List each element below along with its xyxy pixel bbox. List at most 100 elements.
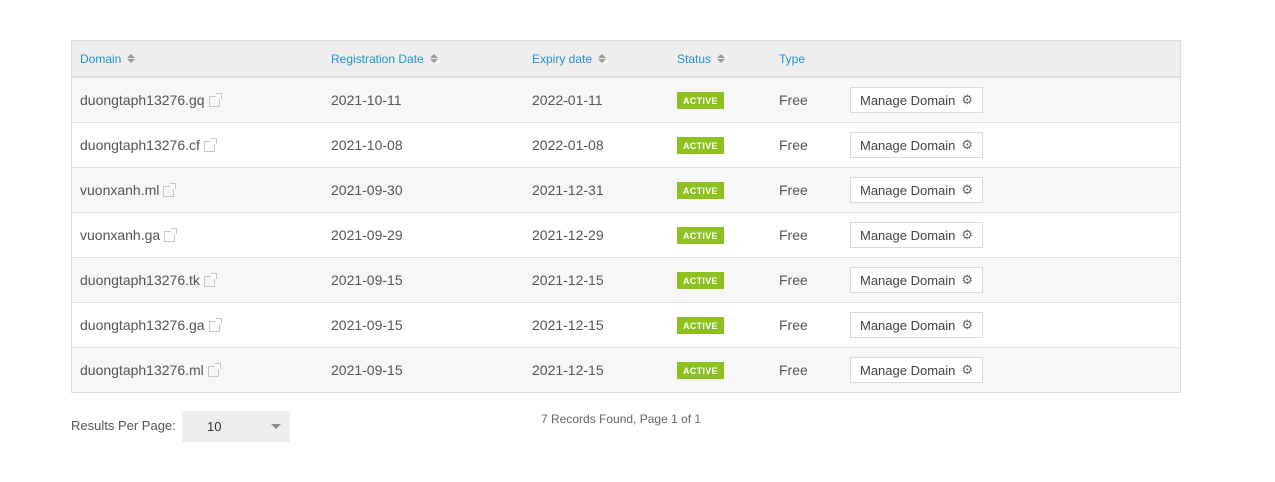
- expiry-date: 2021-12-15: [532, 317, 604, 333]
- status-cell: ACTIVE: [669, 226, 771, 244]
- manage-domain-button[interactable]: Manage Domain ⚙: [850, 87, 984, 113]
- actions-cell: Manage Domain ⚙: [850, 357, 1180, 383]
- expiry-date: 2022-01-08: [532, 137, 604, 153]
- gear-icon: ⚙: [961, 272, 974, 287]
- status-cell: ACTIVE: [669, 271, 771, 289]
- manage-domain-button[interactable]: Manage Domain ⚙: [850, 177, 984, 203]
- expiry-date: 2021-12-31: [532, 182, 604, 198]
- domain-cell: vuonxanh.ml: [72, 182, 323, 198]
- status-cell: ACTIVE: [669, 316, 771, 334]
- domain-cell: duongtaph13276.tk: [72, 272, 323, 288]
- status-cell: ACTIVE: [669, 91, 771, 109]
- domain-type: Free: [779, 362, 808, 378]
- column-header-status[interactable]: Status: [669, 52, 771, 66]
- registration-date: 2021-09-30: [331, 182, 403, 198]
- actions-cell: Manage Domain ⚙: [850, 267, 1180, 293]
- column-header-domain[interactable]: Domain: [72, 52, 323, 66]
- gear-icon: ⚙: [961, 92, 974, 107]
- domain-cell: duongtaph13276.gq: [72, 92, 323, 108]
- expiry-date: 2021-12-15: [532, 272, 604, 288]
- status-badge: ACTIVE: [677, 317, 724, 334]
- table-header: Domain Registration Date Expiry date Sta…: [72, 41, 1180, 77]
- manage-domain-label: Manage Domain: [860, 362, 956, 378]
- expiry-date: 2021-12-29: [532, 227, 604, 243]
- results-per-page-select[interactable]: 10: [182, 411, 290, 442]
- domains-table: Domain Registration Date Expiry date Sta…: [71, 40, 1181, 393]
- manage-domain-label: Manage Domain: [860, 182, 956, 198]
- table-row: vuonxanh.ga 2021-09-29 2021-12-29 ACTIVE Fre…: [72, 212, 1180, 257]
- domain-name: duongtaph13276.tk: [80, 272, 200, 288]
- registration-date: 2021-10-08: [331, 137, 403, 153]
- domain-cell: vuonxanh.ga: [72, 227, 323, 243]
- table-row: duongtaph13276.cf 2021-10-08 2022-01-08 ACT…: [72, 122, 1180, 167]
- column-header-expiry-date[interactable]: Expiry date: [524, 52, 669, 66]
- manage-domain-label: Manage Domain: [860, 317, 956, 333]
- table-row: vuonxanh.ml 2021-09-30 2021-12-31 ACTIVE Fre…: [72, 167, 1180, 212]
- external-link-icon[interactable]: [207, 362, 221, 377]
- domain-type: Free: [779, 317, 808, 333]
- actions-cell: Manage Domain ⚙: [850, 312, 1180, 338]
- table-row: duongtaph13276.ml 2021-09-15 2021-12-15 ACT…: [72, 347, 1180, 392]
- registration-date: 2021-10-11: [331, 92, 402, 108]
- actions-cell: Manage Domain ⚙: [850, 222, 1180, 248]
- external-link-icon[interactable]: [208, 317, 222, 332]
- expiry-date: 2022-01-11: [532, 92, 603, 108]
- registration-date: 2021-09-29: [331, 227, 403, 243]
- domain-name: duongtaph13276.ml: [80, 362, 204, 378]
- domain-name: duongtaph13276.gq: [80, 92, 205, 108]
- status-badge: ACTIVE: [677, 362, 724, 379]
- sort-icon[interactable]: [127, 54, 136, 63]
- domain-type: Free: [779, 272, 808, 288]
- external-link-icon[interactable]: [163, 182, 177, 197]
- column-header-type[interactable]: Type: [771, 52, 850, 66]
- external-link-icon[interactable]: [203, 272, 217, 287]
- gear-icon: ⚙: [961, 227, 974, 242]
- manage-domain-button[interactable]: Manage Domain ⚙: [850, 222, 984, 248]
- domain-type: Free: [779, 182, 808, 198]
- domain-type: Free: [779, 227, 808, 243]
- external-link-icon[interactable]: [164, 227, 178, 242]
- column-header-registration-date[interactable]: Registration Date: [323, 52, 524, 66]
- registration-date: 2021-09-15: [331, 317, 403, 333]
- gear-icon: ⚙: [961, 182, 974, 197]
- sort-icon[interactable]: [717, 54, 726, 63]
- table-row: duongtaph13276.ga 2021-09-15 2021-12-15 ACT…: [72, 302, 1180, 347]
- domain-name: duongtaph13276.ga: [80, 317, 205, 333]
- domain-name: vuonxanh.ga: [80, 227, 161, 243]
- chevron-down-icon: [271, 424, 281, 429]
- manage-domain-label: Manage Domain: [860, 137, 956, 153]
- results-per-page-label: Results Per Page:: [71, 418, 176, 433]
- manage-domain-button[interactable]: Manage Domain ⚙: [850, 312, 984, 338]
- sort-icon[interactable]: [598, 54, 607, 63]
- status-badge: ACTIVE: [677, 227, 724, 244]
- gear-icon: ⚙: [961, 317, 974, 332]
- external-link-icon[interactable]: [203, 137, 217, 152]
- status-badge: ACTIVE: [677, 92, 724, 109]
- domain-name: vuonxanh.ml: [80, 182, 160, 198]
- actions-cell: Manage Domain ⚙: [850, 132, 1180, 158]
- status-cell: ACTIVE: [669, 361, 771, 379]
- manage-domain-button[interactable]: Manage Domain ⚙: [850, 132, 984, 158]
- table-row: duongtaph13276.tk 2021-09-15 2021-12-15 ACT…: [72, 257, 1180, 302]
- external-link-icon[interactable]: [208, 92, 222, 107]
- actions-cell: Manage Domain ⚙: [850, 177, 1180, 203]
- domain-name: duongtaph13276.cf: [80, 137, 200, 153]
- status-cell: ACTIVE: [669, 181, 771, 199]
- table-row: duongtaph13276.gq 2021-10-11 2022-01-11 ACT…: [72, 77, 1180, 122]
- status-badge: ACTIVE: [677, 137, 724, 154]
- sort-icon[interactable]: [429, 54, 438, 63]
- gear-icon: ⚙: [961, 137, 974, 152]
- status-badge: ACTIVE: [677, 272, 724, 289]
- domain-cell: duongtaph13276.cf: [72, 137, 323, 153]
- domain-type: Free: [779, 137, 808, 153]
- manage-domain-label: Manage Domain: [860, 92, 956, 108]
- manage-domain-button[interactable]: Manage Domain ⚙: [850, 357, 984, 383]
- domain-cell: duongtaph13276.ga: [72, 317, 323, 333]
- status-cell: ACTIVE: [669, 136, 771, 154]
- manage-domain-label: Manage Domain: [860, 272, 956, 288]
- domain-cell: duongtaph13276.ml: [72, 362, 323, 378]
- domain-type: Free: [779, 92, 808, 108]
- expiry-date: 2021-12-15: [532, 362, 604, 378]
- manage-domain-button[interactable]: Manage Domain ⚙: [850, 267, 984, 293]
- gear-icon: ⚙: [961, 362, 974, 377]
